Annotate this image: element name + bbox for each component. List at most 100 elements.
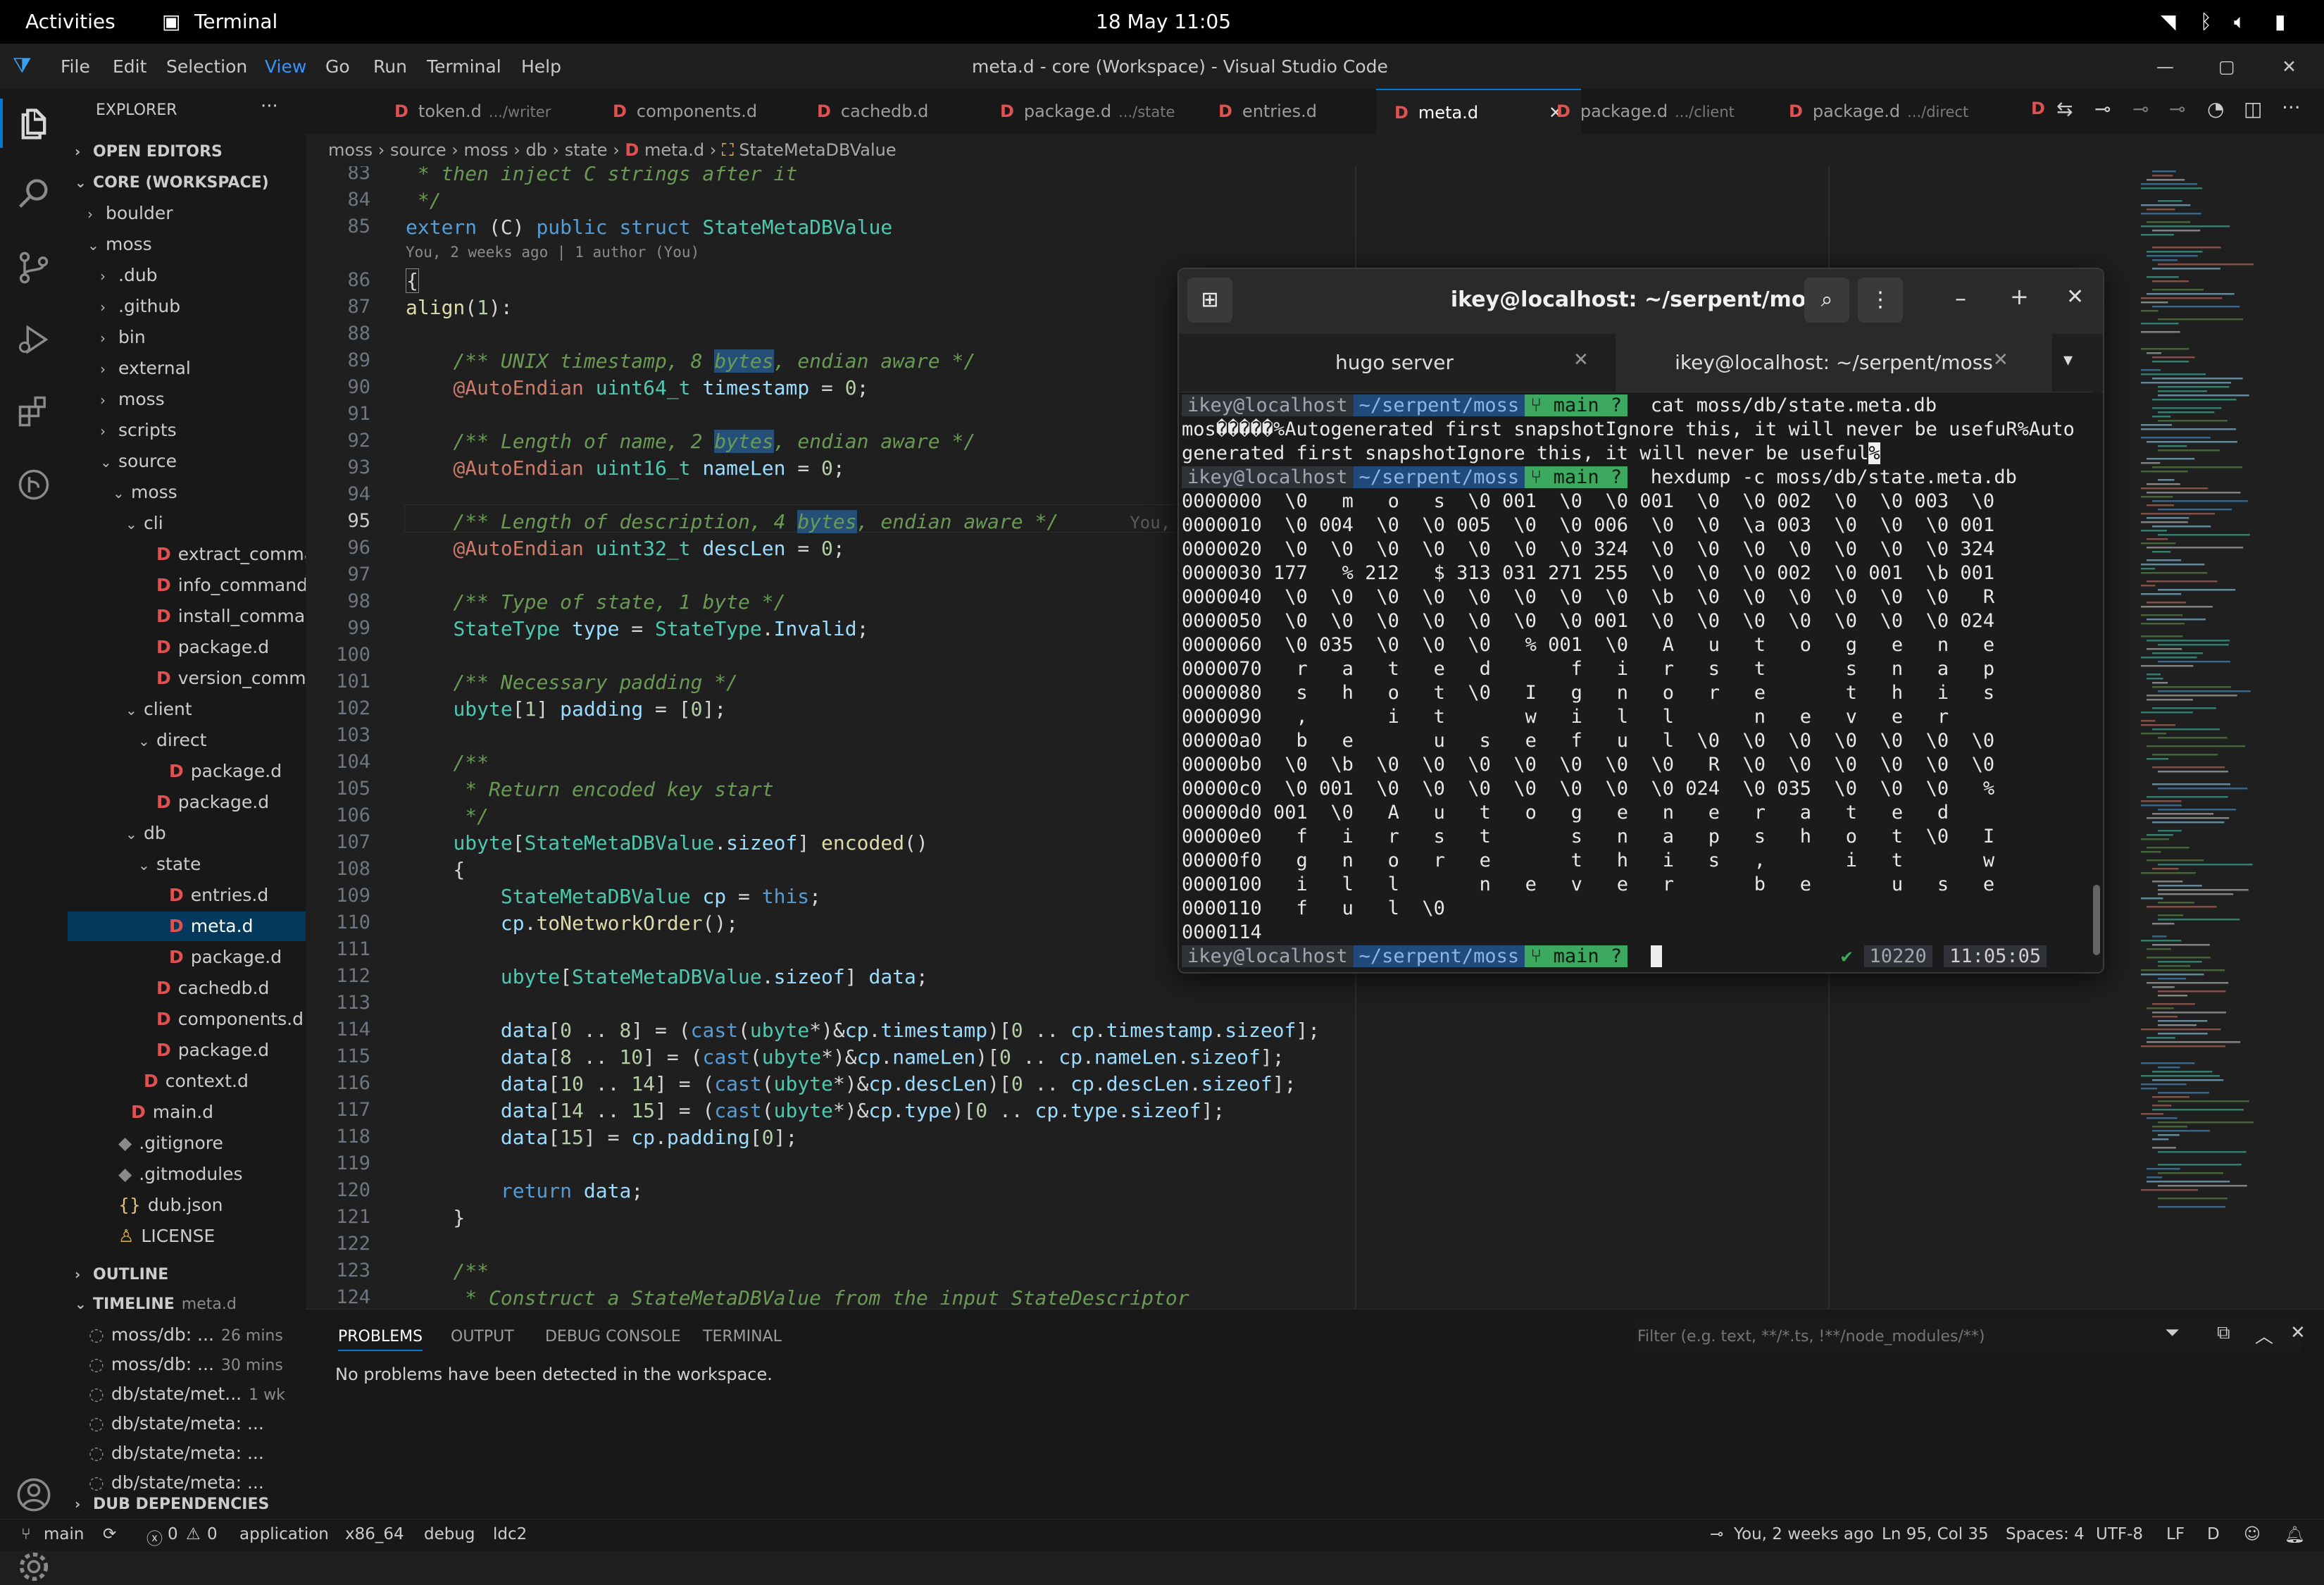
account-icon[interactable] [15, 1477, 52, 1513]
crumb-db[interactable]: db [525, 140, 546, 160]
editor-tab[interactable]: Dpackage.d .../state [982, 89, 1193, 134]
more-actions-icon[interactable]: ··· [2282, 96, 2301, 119]
problems-filter-input[interactable] [1635, 1321, 2301, 1352]
tab-debug-console[interactable]: DEBUG CONSOLE [545, 1328, 681, 1345]
tree-folder[interactable]: › external [68, 354, 338, 383]
timeline-item[interactable]: ◌ moss/db: ... 26 mins [68, 1320, 327, 1350]
tab-output[interactable]: OUTPUT [451, 1328, 514, 1345]
split-editor-icon[interactable]: ◫ [2244, 97, 2262, 120]
timeline-item[interactable]: ◌ moss/db: ... 30 mins [68, 1350, 327, 1379]
status-arch[interactable]: x86_64 [345, 1525, 404, 1543]
tree-folder[interactable]: › .dub [68, 261, 338, 290]
close-tab-icon[interactable]: ✕ [1993, 349, 2008, 371]
branch-icon[interactable]: ⑂ [21, 1525, 31, 1543]
compare-icon[interactable]: ⇆ [2056, 97, 2073, 120]
tree-file[interactable]: ♙ LICENSE [68, 1222, 338, 1251]
workspace-section[interactable]: ⌄ CORE (WORKSPACE) [68, 168, 313, 197]
encoding[interactable]: UTF-8 [2096, 1525, 2143, 1543]
editor-tab[interactable]: Dpackage.d .../client [1538, 89, 1753, 134]
eol[interactable]: LF [2166, 1525, 2185, 1543]
search-icon[interactable] [15, 176, 52, 213]
collapse-all-icon[interactable]: ⧉ [2217, 1322, 2230, 1344]
error-count[interactable]: 0 [168, 1525, 178, 1543]
outline-section[interactable]: › OUTLINE [68, 1260, 313, 1289]
terminal-scrollbar[interactable] [2092, 392, 2101, 962]
status-blame[interactable]: You, 2 weeks ago [1734, 1525, 1874, 1543]
crumb-state[interactable]: state [565, 140, 608, 160]
cursor-position[interactable]: Ln 95, Col 35 [1882, 1525, 1989, 1543]
menu-file[interactable]: File [61, 56, 90, 77]
explorer-icon[interactable] [15, 106, 52, 142]
clock[interactable]: 18 May 11:05 [1096, 10, 1231, 33]
timeline-item[interactable]: ◌ db/state/meta: ... [68, 1409, 327, 1438]
wifi-icon[interactable]: ◥ [2161, 10, 2176, 33]
terminal-output[interactable]: ikey@localhost ~/serpent/moss ⑂ main ? cat… [1179, 392, 2087, 972]
crumb-moss[interactable]: moss [328, 140, 373, 160]
editor-tab[interactable]: Dcachedb.d [799, 89, 954, 134]
feedback-icon[interactable]: ☺ [2244, 1525, 2261, 1543]
maximize-icon[interactable]: + [2010, 283, 2029, 310]
timeline-icon[interactable]: ◔ [2207, 97, 2224, 120]
maximize-panel-icon[interactable]: ︿ [2255, 1322, 2273, 1348]
warning-count[interactable]: 0 [207, 1525, 218, 1543]
notifications-bell-icon[interactable]: 🔔︎ [2285, 1525, 2305, 1544]
branch-name[interactable]: main [44, 1525, 84, 1543]
tabs-dropdown-icon[interactable]: ▾ [2063, 349, 2073, 371]
menu-terminal[interactable]: Terminal [427, 56, 501, 77]
menu-run[interactable]: Run [373, 56, 407, 77]
status-build-type[interactable]: debug [424, 1525, 475, 1543]
timeline-section[interactable]: ⌄ TIMELINE meta.d [68, 1289, 313, 1319]
tree-file[interactable]: ◆ .gitignore [68, 1129, 338, 1158]
menu-selection[interactable]: Selection [166, 56, 247, 77]
terminal-tab-moss[interactable]: ikey@localhost: ~/serpent/moss [1616, 334, 2052, 392]
filter-icon[interactable]: ⏷ [2165, 1322, 2180, 1344]
minimize-icon[interactable]: — [2156, 56, 2174, 77]
extensions-icon[interactable] [15, 393, 52, 430]
warning-icon[interactable]: ⚠ [186, 1525, 201, 1543]
minimize-icon[interactable]: – [1955, 285, 1966, 311]
menu-edit[interactable]: Edit [113, 56, 146, 77]
terminal-tab-hugo[interactable]: hugo server [1179, 334, 1610, 392]
tree-folder[interactable]: ⌄ source [68, 447, 338, 476]
tab-problems[interactable]: PROBLEMS [338, 1328, 423, 1351]
editor-tab[interactable]: Dentries.d [1200, 89, 1342, 134]
editor-tab[interactable]: Dtoken.d .../writer [376, 89, 569, 134]
app-menu[interactable]: Terminal [194, 10, 277, 33]
maximize-icon[interactable]: ▢ [2218, 56, 2235, 77]
tree-folder[interactable]: › boulder [68, 199, 325, 228]
more-actions-icon[interactable]: ··· [261, 96, 278, 117]
git-prev-icon[interactable]: ⊸ [2132, 97, 2149, 120]
source-control-icon[interactable] [15, 249, 52, 286]
tree-folder[interactable]: › moss [68, 385, 338, 414]
status-configuration[interactable]: application [239, 1525, 329, 1543]
volume-icon[interactable]: 🔈︎ [2234, 10, 2246, 34]
terminal-app-icon[interactable]: ▣ [162, 10, 180, 33]
indentation[interactable]: Spaces: 4 [2006, 1525, 2085, 1543]
close-panel-icon[interactable]: ✕ [2290, 1322, 2306, 1343]
status-compiler[interactable]: ldc2 [493, 1525, 527, 1543]
battery-icon[interactable]: ▮ [2275, 10, 2285, 33]
menu-go[interactable]: Go [325, 56, 350, 77]
tree-file[interactable]: ◆ .gitmodules [68, 1160, 338, 1189]
tree-folder[interactable]: › scripts [68, 416, 338, 445]
editor-tab[interactable]: Dpackage.d .../direct [1770, 89, 1987, 134]
menu-help[interactable]: Help [521, 56, 561, 77]
dub-dependencies-section[interactable]: › DUB DEPENDENCIES [68, 1489, 313, 1519]
language-mode[interactable]: D [2207, 1525, 2220, 1543]
crumb-moss-2[interactable]: moss [464, 140, 508, 160]
git-commit-icon[interactable]: ⊸ [2094, 97, 2111, 120]
close-tab-icon[interactable]: ✕ [1573, 349, 1589, 371]
activities-button[interactable]: Activities [25, 10, 115, 33]
bluetooth-icon[interactable]: ᛒ [2200, 10, 2212, 33]
menu-view[interactable]: View [265, 56, 306, 77]
crumb-file[interactable]: meta.d [644, 140, 704, 160]
crumb-symbol[interactable]: StateMetaDBValue [739, 140, 896, 160]
scrollbar-thumb[interactable] [2093, 885, 2100, 955]
sync-icon[interactable]: ⟳ [103, 1525, 116, 1543]
menu-kebab-icon[interactable]: ⋮ [1858, 278, 1903, 323]
tab-terminal[interactable]: TERMINAL [703, 1328, 782, 1345]
tree-folder[interactable]: › .github [68, 292, 338, 321]
editor-tab[interactable]: Dcomponents.d [594, 89, 782, 134]
settings-gear-icon[interactable] [15, 1548, 52, 1585]
close-icon[interactable]: ✕ [2066, 285, 2084, 309]
